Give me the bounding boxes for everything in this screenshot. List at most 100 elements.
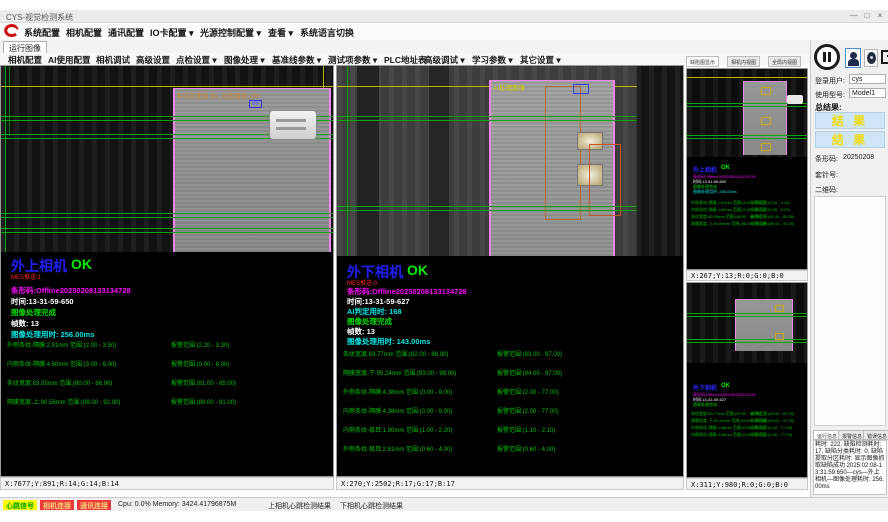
sidebar: 登录用户: cys 使用型号: Model1 总结果: 结 果 结 果 条形码:…: [810, 40, 888, 497]
defect-marker: [761, 143, 771, 151]
alarm-range: 报警范围:(0.00 - 8.00): [171, 359, 229, 368]
info-panel: [814, 196, 886, 426]
menu-system-config[interactable]: 系统配置: [24, 26, 60, 39]
thumb-row: 报警范围:(2.20 - 3.30): [751, 200, 790, 206]
thumb-status: 图像处理完成: [693, 402, 717, 408]
thumb-duration: 图像处理用时: 256.00ms: [693, 189, 737, 195]
menu-camera-config[interactable]: 相机配置: [66, 26, 102, 39]
thumbnail-image: [687, 69, 808, 157]
app-window: CYS-视觉检测系统 — □ × 系统配置 相机配置 通讯配置 IO卡配置 ▾ …: [0, 0, 888, 522]
roi-id-label: 88: [249, 100, 262, 108]
needle-number-label: 套针号:: [815, 170, 838, 180]
measure-row: 外侧条纹-隔膜:2.91mm 范围:(2.00 - 3.50): [7, 340, 116, 349]
gripper-object: [787, 95, 803, 104]
model-select[interactable]: Model1: [849, 88, 886, 98]
ai-image-label: AI处理图像: [493, 82, 525, 92]
status-bar: 心跳信号 相机连接 通讯连接 Cpu: 0.0% Memory: 3424.41…: [0, 497, 888, 511]
login-user-label: 登录用户:: [815, 76, 845, 86]
alarm-range: 报警范围:(1.10 - 2.10): [497, 425, 555, 434]
thumb-camera-title: 外上相机: [693, 165, 717, 174]
login-user-value[interactable]: cys: [849, 74, 886, 84]
thumb-row: 报警范围:(2.00 - 77.00): [751, 432, 792, 438]
pixel-coords-lower: X:270;Y:2502;R:17;G:17;B:17: [336, 477, 684, 490]
alarm-range: 报警范围:(94.00 - 97.00): [497, 368, 562, 377]
measure-row: 内侧条纹-隔膜:4.38mm 范围:(0.00 - 9.00): [343, 406, 452, 415]
log-panel[interactable]: 耗时: 222, 缺陷检测耗时: 17, 缺陷分类耗时: 0, 缺陷提取分区耗时…: [813, 440, 887, 495]
duration-line: 图像处理用时: 256.00ms: [11, 329, 94, 340]
measure-row: 隔膜宽度-上:90.56mm 范围:(88.00 - 92.00): [7, 397, 120, 406]
login-user-button[interactable]: [845, 48, 861, 68]
thumb-row: 报警范围:(81.00 - 85.00): [751, 214, 794, 220]
roi-rect-blue: [573, 84, 589, 94]
view-tab-row: 运行图像: [0, 40, 888, 54]
defect-marker: [761, 87, 771, 95]
pixel-coords-upper: X:7677;Y:891;R:14;G:14;B:14: [0, 477, 334, 490]
result-ok-label: OK: [407, 262, 428, 278]
tab-run-info[interactable]: 运行信息: [813, 430, 841, 440]
pixel-coords-thumb1: X:267;Y:13;R:0;G:0;B:0: [686, 270, 808, 281]
gray-threshold-label: 平均灰度值:93, 动态阈值:100: [176, 90, 260, 100]
duration-line: 图像处理用时: 143.00ms: [347, 336, 430, 347]
menu-view[interactable]: 查看 ▾: [268, 26, 293, 39]
gripper-object: [269, 110, 317, 140]
measure-row: 内侧条纹-极耳:1.90mm 范围:(1.00 - 2.20): [343, 425, 452, 434]
log-text: 耗时: 222, 缺陷检测耗时: 17, 缺陷分类耗时: 0, 缺陷提取分区耗时…: [815, 442, 885, 491]
alarm-range: 报警范围:(2.00 - 77.00): [497, 387, 559, 396]
thumb-camera-title: 外下相机: [693, 383, 717, 392]
lower-heartbeat-link[interactable]: 下相机心跳检测结果: [340, 501, 403, 511]
measure-row: 外侧条纹-极耳:2.61mm 范围:(0.60 - 4.00): [343, 444, 452, 453]
alarm-range: 报警范围:(83.00 - 87.00): [497, 349, 562, 358]
tab-error-info[interactable]: 错误信息: [863, 430, 888, 440]
qr-code-label: 二维码:: [815, 185, 838, 195]
tab-global-view[interactable]: 全局内视图: [768, 56, 801, 67]
tab-camera-view[interactable]: 相机内视图: [727, 56, 760, 67]
lock-button[interactable]: [864, 49, 878, 67]
tab-alarm-info[interactable]: 报警信息: [838, 430, 866, 440]
mes-push-label: MES推送:1: [11, 272, 41, 281]
thumb-ok-label: OK: [721, 165, 730, 171]
maximize-button[interactable]: □: [861, 11, 873, 21]
thumbnail-image: [687, 283, 808, 363]
alarm-range: 报警范围:(2.00 - 77.00): [497, 406, 559, 415]
menu-io-config[interactable]: IO卡配置 ▾: [150, 26, 194, 39]
result-ok-label: OK: [71, 256, 92, 272]
close-button[interactable]: ×: [874, 11, 886, 21]
model-label: 使用型号:: [815, 90, 845, 100]
frames-line: 帧数: 13: [11, 318, 39, 329]
time-line: 时间:13-31-59-650: [11, 296, 74, 307]
alarm-range: 报警范围:(0.60 - 4.00): [497, 444, 555, 453]
thumb-row: 报警范围:(83.00 - 87.00): [751, 411, 794, 417]
menu-comm-config[interactable]: 通讯配置: [108, 26, 144, 39]
camera-view-upper[interactable]: 平均灰度值:93, 动态阈值:100 88 外上相机 OK MES推送:1 条形…: [0, 65, 334, 477]
comm-connect-badge: 通讯连接: [77, 500, 111, 510]
cpu-memory-text: Cpu: 0.0% Memory: 3424.41796875M: [118, 501, 236, 508]
status-line: 图像处理完成: [11, 307, 56, 318]
measure-row: 内侧条纹-隔膜:4.60mm 范围:(3.00 - 6.00): [7, 359, 116, 368]
alarm-range: 报警范围:(89.00 - 91.00): [171, 397, 236, 406]
menu-light-config[interactable]: 光源控制配置 ▾: [200, 26, 261, 39]
defect-marker: [775, 333, 784, 340]
thumb-row: 报警范围:(94.00 - 97.00): [751, 418, 794, 424]
minimize-button[interactable]: —: [848, 11, 860, 21]
thumb-tab-row: 缺陷图显示 相机内视图 全局内视图: [686, 56, 808, 68]
thumbnail-view-lower[interactable]: 外下相机 OK 条形码:Offline20250208133134728 时间:…: [686, 282, 808, 478]
measure-row: 隔膜宽度-下:95.24mm 范围:(93.00 - 98.00): [343, 368, 456, 377]
thumbnail-view-upper[interactable]: 外上相机 OK 条形码:Offline20250208133134728 时间:…: [686, 68, 808, 270]
upper-heartbeat-link[interactable]: 上相机心跳检测结果: [268, 501, 331, 511]
menu-bar: 系统配置 相机配置 通讯配置 IO卡配置 ▾ 光源控制配置 ▾ 查看 ▾ 系统语…: [0, 23, 888, 40]
pixel-coords-thumb2: X:311;Y:980;R:0;G:0;B:0: [686, 478, 808, 490]
thumb-ok-label: OK: [721, 383, 730, 389]
exit-button[interactable]: [880, 49, 888, 67]
measure-row: 外侧条纹-隔膜:4.38mm 范围:(0.00 - 9.00): [343, 387, 452, 396]
roi-rect-orange: [545, 86, 581, 220]
defect-marker: [761, 117, 771, 125]
log-tab-row: 运行信息 报警信息 错误信息: [813, 430, 888, 440]
camera-view-lower[interactable]: AI处理图像 外下相机 OK MES推送:0 条形码:Offline202502…: [336, 65, 684, 477]
pause-button[interactable]: [814, 44, 840, 70]
window-title: CYS-视觉检测系统: [6, 12, 73, 23]
alarm-range: 报警范围:(2.20 - 3.30): [171, 340, 229, 349]
thumb-row: 报警范围:(2.00 - 77.00): [751, 425, 792, 431]
result-indicator-upper: 结 果: [815, 112, 885, 129]
tab-defect-view[interactable]: 缺陷图显示: [686, 56, 719, 67]
menu-language-switch[interactable]: 系统语言切换: [300, 26, 354, 39]
